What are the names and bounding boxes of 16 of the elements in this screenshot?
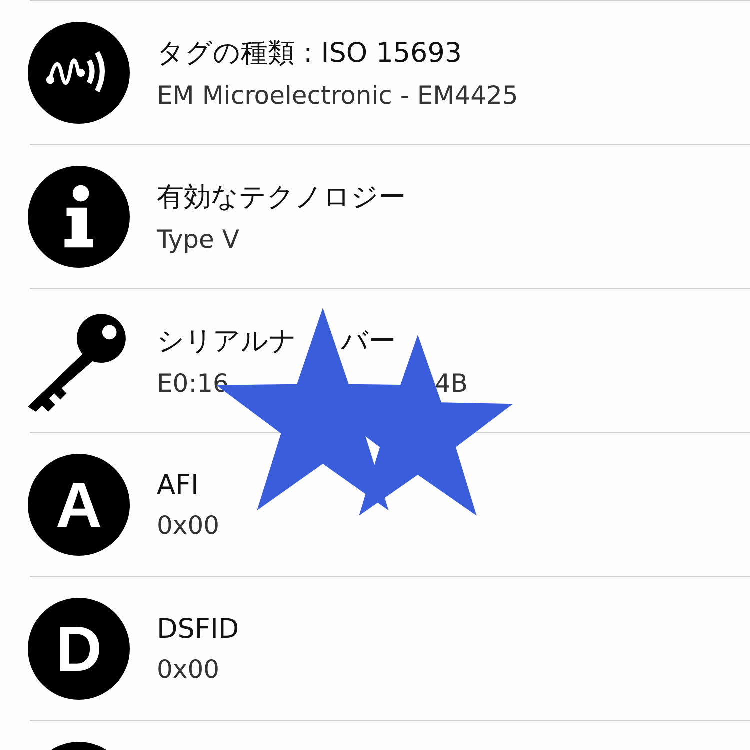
letter-icon: A <box>28 454 130 556</box>
letter-icon: D <box>28 598 130 700</box>
item-value: E0:16 <box>157 369 229 398</box>
item-value: 0x00 <box>157 654 221 684</box>
item-title: シリアルナ <box>157 325 297 359</box>
info-icon <box>28 166 130 268</box>
item-title: タグの種類 : ISO 15693 <box>157 37 464 71</box>
item-title: 有効なテクノロジー <box>157 181 406 215</box>
item-title: AFI <box>157 470 200 500</box>
item-value: 0x00 <box>157 510 220 540</box>
item-value: EM Microelectronic - EM4425 <box>157 81 518 110</box>
item-value: Type V <box>157 225 240 254</box>
item-title: DSFID <box>157 614 240 644</box>
nfc-icon <box>28 22 130 124</box>
item-title: バー <box>341 325 396 359</box>
item-value: 4B <box>434 369 468 398</box>
